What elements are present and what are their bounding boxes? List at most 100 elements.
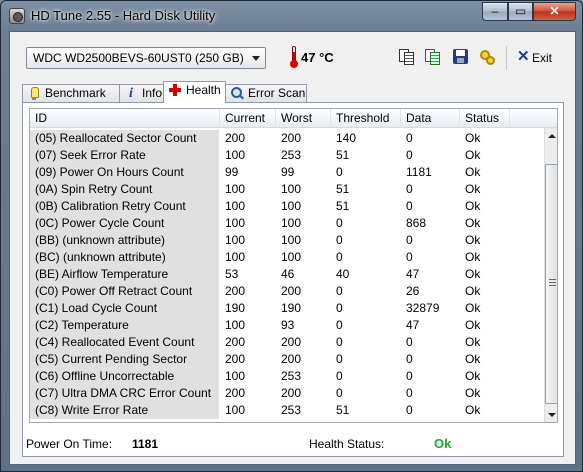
table-row[interactable]: (C4) Reallocated Event Count 200 200 0 0 Ok bbox=[30, 334, 545, 351]
threshold-value: 0 bbox=[336, 284, 343, 298]
column-header-current[interactable]: Current bbox=[220, 109, 276, 128]
worst-value: 99 bbox=[281, 165, 295, 179]
current-value: 200 bbox=[225, 284, 246, 298]
status-value: Ok bbox=[465, 182, 481, 196]
attribute-id: (BE) Airflow Temperature bbox=[30, 266, 219, 283]
status-value: Ok bbox=[465, 199, 481, 213]
current-value: 100 bbox=[225, 216, 246, 230]
worst-value: 100 bbox=[281, 182, 302, 196]
threshold-value: 0 bbox=[336, 233, 343, 247]
exit-icon[interactable]: ✕ bbox=[517, 49, 530, 64]
table-row[interactable]: (C7) Ultra DMA CRC Error Count 200 200 0 0 Ok bbox=[30, 385, 545, 402]
threshold-value: 0 bbox=[336, 335, 343, 349]
current-value: 100 bbox=[225, 199, 246, 213]
attribute-id: (C8) Write Error Rate bbox=[30, 402, 219, 419]
current-value: 190 bbox=[225, 301, 246, 315]
red-cross-icon bbox=[169, 84, 181, 97]
thermometer-icon bbox=[290, 46, 298, 68]
threshold-value: 140 bbox=[336, 131, 357, 145]
scroll-up-arrow-icon[interactable] bbox=[545, 128, 557, 145]
current-value: 200 bbox=[225, 335, 246, 349]
tab-label: Benchmark bbox=[45, 86, 106, 100]
status-value: Ok bbox=[465, 386, 481, 400]
data-value: 0 bbox=[406, 233, 413, 247]
worst-value: 100 bbox=[281, 233, 302, 247]
exit-button-label[interactable]: Exit bbox=[532, 51, 552, 65]
status-value: Ok bbox=[465, 369, 481, 383]
table-row[interactable]: (C1) Load Cycle Count 190 190 0 32879 Ok bbox=[30, 300, 545, 317]
table-row[interactable]: (C0) Power Off Retract Count 200 200 0 26 Ok bbox=[30, 283, 545, 300]
copy-icon[interactable] bbox=[398, 48, 416, 66]
data-value: 0 bbox=[406, 335, 413, 349]
health-status-value: Ok bbox=[434, 436, 452, 451]
tab-benchmark[interactable]: Benchmark bbox=[22, 84, 120, 102]
table-row[interactable]: (09) Power On Hours Count 99 99 0 1181 Ok bbox=[30, 164, 545, 181]
table-row[interactable]: (0A) Spin Retry Count 100 100 51 0 Ok bbox=[30, 181, 545, 198]
table-row[interactable]: (C2) Temperature 100 93 0 47 Ok bbox=[30, 317, 545, 334]
chevron-down-icon[interactable] bbox=[252, 56, 260, 61]
bulb-icon bbox=[28, 87, 40, 100]
table-row[interactable]: (C5) Current Pending Sector 200 200 0 0 Ok bbox=[30, 351, 545, 368]
column-header-threshold[interactable]: Threshold bbox=[331, 109, 401, 128]
close-button[interactable]: ✕ bbox=[533, 2, 576, 21]
minimize-button[interactable]: – bbox=[482, 2, 508, 21]
table-row[interactable]: (0C) Power Cycle Count 100 100 0 868 Ok bbox=[30, 215, 545, 232]
scroll-down-arrow-icon[interactable] bbox=[545, 406, 557, 422]
table-row[interactable]: (0B) Calibration Retry Count 100 100 51 0 Ok bbox=[30, 198, 545, 215]
worst-value: 200 bbox=[281, 131, 302, 145]
save-icon[interactable] bbox=[452, 48, 470, 66]
title-bar[interactable]: HD Tune 2.55 - Hard Disk Utility – ▭ ✕ bbox=[1, 1, 582, 31]
client-area: WDC WD2500BEVS-60UST0 (250 GB) 47 °C ✕ E… bbox=[9, 31, 576, 465]
data-value: 0 bbox=[406, 199, 413, 213]
data-value: 0 bbox=[406, 148, 413, 162]
data-value: 0 bbox=[406, 386, 413, 400]
vertical-scrollbar[interactable] bbox=[544, 128, 557, 422]
attribute-id: (0A) Spin Retry Count bbox=[30, 181, 219, 198]
table-row[interactable]: (C6) Offline Uncorrectable 100 253 0 0 Ok bbox=[30, 368, 545, 385]
scrollbar-thumb[interactable] bbox=[545, 164, 557, 404]
threshold-value: 0 bbox=[336, 369, 343, 383]
table-row[interactable]: (BC) (unknown attribute) 100 100 0 0 Ok bbox=[30, 249, 545, 266]
column-header-data[interactable]: Data bbox=[401, 109, 460, 128]
options-icon[interactable] bbox=[478, 48, 496, 66]
worst-value: 100 bbox=[281, 250, 302, 264]
current-value: 200 bbox=[225, 386, 246, 400]
attribute-id: (BC) (unknown attribute) bbox=[30, 249, 219, 266]
table-body: (05) Reallocated Sector Count 200 200 140 0 O… bbox=[30, 130, 545, 419]
data-value: 32879 bbox=[406, 301, 440, 315]
drive-select[interactable]: WDC WD2500BEVS-60UST0 (250 GB) bbox=[26, 47, 266, 69]
status-footer: Power On Time: 1181 Health Status: Ok bbox=[23, 426, 563, 456]
tab-strip: Benchmark i Info Health Error Scan bbox=[22, 81, 572, 103]
attribute-id: (09) Power On Hours Count bbox=[30, 164, 219, 181]
column-header-worst[interactable]: Worst bbox=[276, 109, 331, 128]
table-row[interactable]: (05) Reallocated Sector Count 200 200 140 0 O… bbox=[30, 130, 545, 147]
attribute-id: (C6) Offline Uncorrectable bbox=[30, 368, 219, 385]
current-value: 200 bbox=[225, 352, 246, 366]
worst-value: 100 bbox=[281, 216, 302, 230]
tab-health[interactable]: Health bbox=[163, 81, 226, 103]
table-row[interactable]: (BE) Airflow Temperature 53 46 40 47 Ok bbox=[30, 266, 545, 283]
temperature-value: 47 °C bbox=[301, 50, 334, 65]
worst-value: 100 bbox=[281, 199, 302, 213]
maximize-button[interactable]: ▭ bbox=[508, 2, 533, 21]
worst-value: 200 bbox=[281, 386, 302, 400]
attribute-id: (C7) Ultra DMA CRC Error Count bbox=[30, 385, 219, 402]
toolbar-divider bbox=[506, 46, 507, 70]
tab-label: Error Scan bbox=[248, 86, 306, 100]
column-header-id[interactable]: ID bbox=[30, 109, 220, 128]
status-value: Ok bbox=[465, 335, 481, 349]
smart-attribute-table[interactable]: ID Current Worst Threshold Data Status (… bbox=[29, 108, 558, 423]
worst-value: 190 bbox=[281, 301, 302, 315]
data-value: 47 bbox=[406, 318, 420, 332]
table-row[interactable]: (07) Seek Error Rate 100 253 51 0 Ok bbox=[30, 147, 545, 164]
copy-all-icon[interactable] bbox=[424, 48, 442, 66]
power-on-time-label: Power On Time: bbox=[26, 437, 113, 451]
status-value: Ok bbox=[465, 267, 481, 281]
current-value: 100 bbox=[225, 233, 246, 247]
tab-error-scan[interactable]: Error Scan bbox=[225, 84, 307, 102]
table-row[interactable]: (BB) (unknown attribute) 100 100 0 0 Ok bbox=[30, 232, 545, 249]
table-row[interactable]: (C8) Write Error Rate 100 253 51 0 Ok bbox=[30, 402, 545, 419]
column-header-status[interactable]: Status bbox=[460, 109, 510, 128]
attribute-id: (C2) Temperature bbox=[30, 317, 219, 334]
worst-value: 200 bbox=[281, 352, 302, 366]
